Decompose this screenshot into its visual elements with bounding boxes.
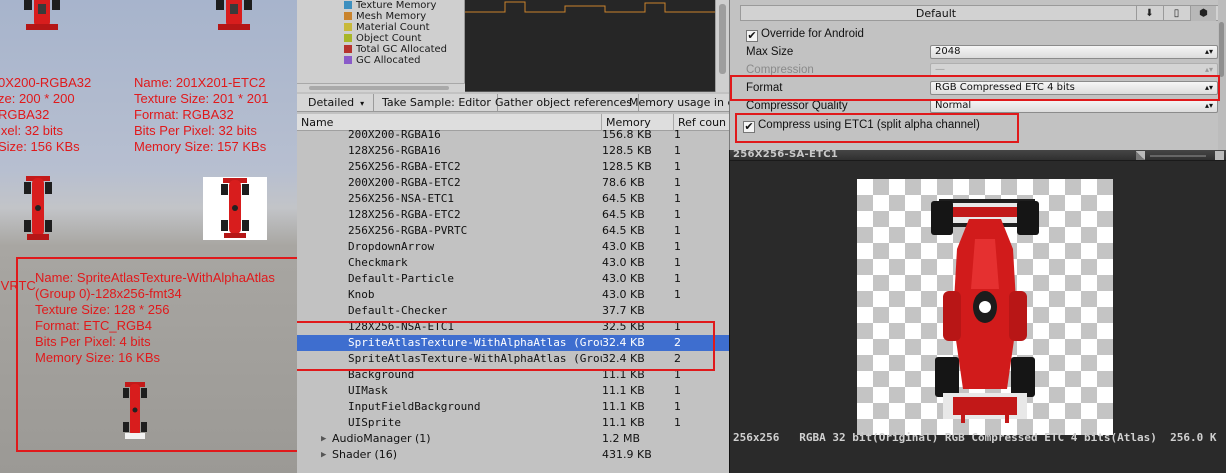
legend-item[interactable]: Object Count	[344, 33, 421, 44]
atlas-info-label: Name: SpriteAtlasTexture-WithAlphaAtlas …	[35, 270, 275, 365]
legend-item[interactable]: GC Allocated	[344, 55, 420, 66]
memory-profiler-panel: Texture Memory Mesh Memory Material Coun…	[297, 0, 729, 473]
phone-icon[interactable]: ▯	[1163, 6, 1189, 21]
table-row[interactable]: 128X256-RGBA16 128.5 KB 1	[297, 143, 729, 159]
table-group-row[interactable]: ▶ Shader (16) 431.9 KB	[297, 447, 729, 463]
race-car-sprite	[221, 178, 249, 238]
legend-swatch	[344, 56, 352, 64]
scrollbar-thumb[interactable]	[1219, 22, 1224, 77]
cut-label: PVRTC	[0, 278, 36, 293]
alpha-toggle-icon[interactable]	[1136, 151, 1145, 160]
table-group-row[interactable]: ▶ AudioManager (1) 1.2 MB	[297, 431, 729, 447]
max-size-label: Max Size	[746, 46, 794, 58]
memory-usage-toggle[interactable]: Memory usage in ed	[623, 94, 729, 111]
profiler-legend: Texture Memory Mesh Memory Material Coun…	[297, 0, 465, 92]
dropdown-arrow-icon: ▴▾	[1204, 101, 1213, 110]
override-android-toggle[interactable]: ✔ Override for Android	[746, 26, 864, 43]
compression-dropdown: — ▴▾	[930, 63, 1218, 77]
table-row[interactable]: Default-Particle 43.0 KB 1	[297, 271, 729, 287]
dropdown-arrow-icon: ▴▾	[1204, 83, 1213, 92]
android-icon[interactable]: ⬢	[1190, 6, 1216, 21]
compressor-quality-dropdown[interactable]: Normal ▴▾	[930, 99, 1218, 113]
profiler-toolbar: Detailed ▾ Take Sample: Editor Gather obj…	[297, 94, 729, 112]
dropdown-arrow-icon: ▴▾	[1204, 65, 1213, 74]
table-row[interactable]: Checkmark 43.0 KB 1	[297, 255, 729, 271]
race-car-sprite	[123, 382, 147, 439]
table-row[interactable]: DropdownArrow 43.0 KB 1	[297, 239, 729, 255]
table-row[interactable]: 128X256-RGBA-ETC2 64.5 KB 1	[297, 207, 729, 223]
legend-item[interactable]: Material Count	[344, 22, 430, 33]
compression-label: Compression	[746, 64, 814, 76]
graph-vertical-scrollbar[interactable]	[715, 0, 729, 92]
dropdown-arrow-icon: ▾	[360, 99, 365, 108]
profiler-graph[interactable]	[465, 0, 715, 92]
compressor-quality-label: Compressor Quality	[746, 100, 848, 112]
checkbox-checked-icon[interactable]: ✔	[743, 121, 755, 133]
format-dropdown[interactable]: RGB Compressed ETC 4 bits ▴▾	[930, 81, 1218, 95]
checkbox-checked-icon[interactable]: ✔	[746, 30, 758, 42]
legend-horizontal-scrollbar[interactable]	[297, 83, 465, 92]
table-row[interactable]: InputFieldBackground 11.1 KB 1	[297, 399, 729, 415]
expand-triangle-icon[interactable]: ▶	[321, 431, 326, 447]
dropdown-arrow-icon: ▴▾	[1204, 47, 1213, 56]
legend-swatch	[344, 12, 352, 20]
preview-title: 256X256-SA-ETC1	[733, 149, 839, 160]
view-mode-dropdown[interactable]: Detailed ▾	[302, 94, 374, 111]
preview-footer-info: 256x256 RGBA 32 bit(Original) RGB Compre…	[733, 431, 1217, 444]
platform-tab-bar: Default ⬇ ▯ ⬢	[740, 5, 1226, 21]
preview-header: 256X256-SA-ETC1	[730, 149, 1226, 161]
download-icon[interactable]: ⬇	[1136, 6, 1162, 21]
legend-item[interactable]: Mesh Memory	[344, 11, 426, 22]
texture-preview-panel: 256X256-SA-ETC1 256x256 RGBA 32 bit(Orig…	[729, 149, 1226, 473]
table-row[interactable]: UISprite 11.1 KB 1	[297, 415, 729, 431]
max-size-dropdown[interactable]: 2048 ▴▾	[930, 45, 1218, 59]
scrollbar-thumb[interactable]	[719, 4, 726, 74]
expand-triangle-icon[interactable]: ▶	[321, 447, 326, 463]
table-row[interactable]: Background 11.1 KB 1	[297, 367, 729, 383]
table-row[interactable]: Knob 43.0 KB 1	[297, 287, 729, 303]
table-row[interactable]: UIMask 11.1 KB 1	[297, 383, 729, 399]
scrollbar-thumb[interactable]	[309, 86, 449, 90]
graph-line	[465, 1, 715, 13]
legend-item[interactable]: Texture Memory	[344, 0, 436, 11]
table-row[interactable]: 200X200-RGBA-ETC2 78.6 KB 1	[297, 175, 729, 191]
legend-item[interactable]: Total GC Allocated	[344, 44, 447, 55]
table-row[interactable]: 256X256-NSA-ETC1 64.5 KB 1	[297, 191, 729, 207]
table-row[interactable]: 128X256-NSA-ETC1 32.5 KB 1	[297, 319, 729, 335]
etc1-split-alpha-toggle[interactable]: ✔ Compress using ETC1 (split alpha channe…	[743, 117, 980, 134]
table-row-selected[interactable]: SpriteAtlasTexture-WithAlphaAtlas (Group…	[297, 335, 729, 351]
legend-swatch	[344, 34, 352, 42]
mip-slider-icon[interactable]	[1150, 155, 1206, 157]
zoom-icon[interactable]	[1215, 151, 1224, 160]
table-row[interactable]: 256X256-RGBA-ETC2 128.5 KB 1	[297, 159, 729, 175]
texture-info-label-left: 0X200-RGBA32 ze: 200 * 200 RGBA32 ixel: …	[0, 75, 92, 154]
legend-swatch	[344, 23, 352, 31]
texture-import-inspector: Default ⬇ ▯ ⬢ ✔ Override for Android Max …	[729, 0, 1226, 150]
table-row[interactable]: 200X200-RGBA16 156.8 KB 1	[297, 127, 729, 143]
format-label: Format	[746, 82, 783, 94]
texture-preview-image	[857, 179, 1113, 435]
inspector-scrollbar[interactable]	[1218, 0, 1226, 150]
table-row[interactable]: Default-Checker 37.7 KB	[297, 303, 729, 319]
table-row[interactable]: 256X256-RGBA-PVRTC 64.5 KB 1	[297, 223, 729, 239]
race-car-sprite	[24, 0, 60, 30]
take-sample-button[interactable]: Take Sample: Editor	[376, 94, 498, 111]
legend-swatch	[344, 45, 352, 53]
legend-swatch	[344, 1, 352, 9]
race-car-large-sprite	[931, 199, 1039, 423]
gather-references-toggle[interactable]: Gather object references	[489, 94, 639, 111]
platform-default-tab[interactable]: Default	[741, 6, 1131, 21]
race-car-sprite	[216, 0, 252, 30]
race-car-sprite	[24, 176, 52, 240]
table-row[interactable]: SpriteAtlasTexture-WithAlphaAtlas (Group…	[297, 351, 729, 367]
texture-info-label-right: Name: 201X201-ETC2 Texture Size: 201 * 2…	[134, 75, 269, 154]
game-view: 0X200-RGBA32 ze: 200 * 200 RGBA32 ixel: …	[0, 0, 297, 473]
